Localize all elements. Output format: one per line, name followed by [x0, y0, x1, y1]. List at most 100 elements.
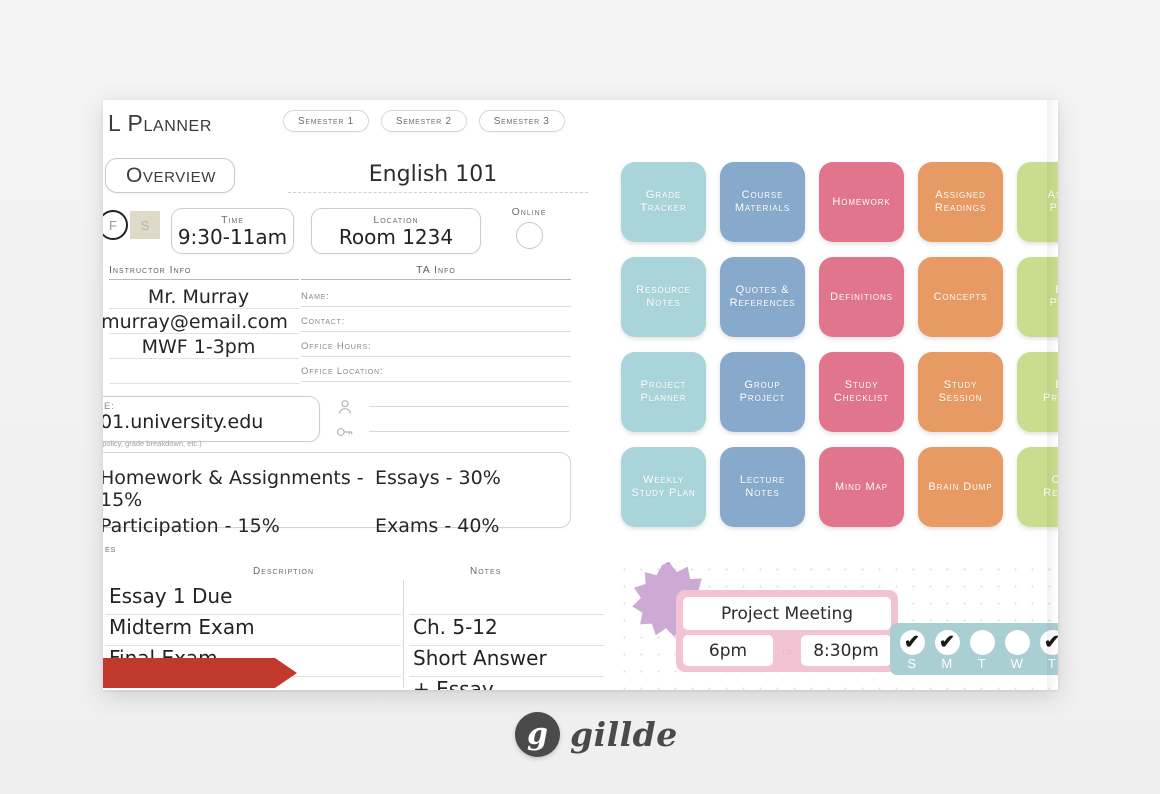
instructor-line[interactable] — [109, 359, 299, 384]
tile-project-planner[interactable]: Project Planner — [616, 347, 711, 437]
check-icon[interactable]: ✔ — [934, 630, 960, 655]
tile-study-session[interactable]: Study Session — [913, 347, 1008, 437]
instructor-name[interactable]: Mr. Murray — [103, 286, 296, 308]
empty-circle-icon[interactable] — [969, 630, 995, 655]
tile-brain-dump[interactable]: Brain Dump — [913, 442, 1008, 532]
password-line[interactable] — [369, 431, 569, 432]
sticker-panel: Grade Tracker Course Materials Homework … — [610, 100, 1058, 690]
empty-circle-icon[interactable] — [1004, 630, 1030, 655]
ta-name-row[interactable]: Name: — [301, 282, 571, 307]
ta-rows: Name: Contact: Office Hours: Office Loca… — [301, 282, 571, 382]
meeting-to-label: to — [781, 645, 793, 656]
check-icon[interactable]: ✔ — [899, 630, 925, 655]
day-picker[interactable]: F S — [103, 210, 160, 240]
tile-essay-planner[interactable]: E Pla — [1012, 252, 1058, 342]
tile-label-line2: Refle — [1043, 487, 1058, 499]
time-field[interactable]: Time 9:30-11am — [171, 208, 294, 254]
username-row[interactable] — [335, 394, 569, 419]
table-row[interactable]: Essay 1 Due — [105, 584, 401, 615]
tile-assigned-readings[interactable]: Assigned Readings — [913, 157, 1008, 247]
tile-study-checklist[interactable]: Study Checklist — [814, 347, 909, 437]
course-title[interactable]: English 101 — [283, 162, 583, 187]
tile-label-line2: Pla — [1049, 202, 1058, 214]
online-checkbox[interactable] — [515, 222, 543, 249]
tile-quotes-references[interactable]: Quotes & References — [715, 252, 810, 342]
tile-course-reflection[interactable]: Co Refle — [1012, 442, 1058, 532]
planner-canvas: L Planner Semester 1 Semester 2 Semester… — [103, 100, 1058, 690]
tab-semester-3[interactable]: Semester 3 — [478, 110, 565, 132]
course-title-underline — [288, 192, 588, 193]
tile-exam-preparation[interactable]: E Prepa — [1012, 347, 1058, 437]
tile-assignment-planner[interactable]: Assi Pla — [1012, 157, 1058, 247]
day-toggle-s[interactable]: S — [130, 211, 160, 239]
tile-label-line1: Group — [744, 379, 781, 392]
meeting-end-time[interactable]: 8:30pm — [801, 635, 891, 666]
tile-label-line1: Lecture — [739, 474, 786, 487]
grading-items: Homework & Assignments - 15% Essays - 30… — [103, 467, 570, 537]
online-toggle[interactable]: Online — [499, 206, 559, 249]
tile-weekly-study-plan[interactable]: Weekly Study Plan — [616, 442, 711, 532]
tile-label-line1: Weekly — [643, 474, 684, 487]
tile-mind-map[interactable]: Mind Map — [814, 442, 909, 532]
semester-tabs: Semester 1 Semester 2 Semester 3 — [283, 110, 565, 132]
tile-grade-tracker[interactable]: Grade Tracker — [616, 157, 711, 247]
meeting-start-time[interactable]: 6pm — [683, 635, 773, 666]
tile-label-line1: Grade — [645, 189, 682, 202]
ta-office-hours-row[interactable]: Office Hours: — [301, 332, 571, 357]
tile-homework[interactable]: Homework — [814, 157, 909, 247]
ta-office-location-row[interactable]: Office Location: — [301, 357, 571, 382]
time-value[interactable]: 9:30-11am — [172, 225, 293, 253]
day-checkbox-m[interactable]: ✔ M — [934, 630, 960, 671]
table-row[interactable]: + Essay — [409, 677, 604, 690]
meeting-widget[interactable]: Project Meeting 6pm to 8:30pm — [676, 590, 898, 672]
grading-item[interactable]: Participation - 15% — [103, 515, 375, 537]
password-row[interactable] — [335, 419, 569, 444]
tile-resource-notes[interactable]: Resource Notes — [616, 252, 711, 342]
ta-contact-label: Contact: — [301, 316, 346, 327]
table-row[interactable]: Midterm Exam — [105, 615, 401, 646]
grading-item[interactable]: Homework & Assignments - 15% — [103, 467, 375, 511]
day-checkbox-t1[interactable]: T — [969, 630, 995, 671]
course-website-value[interactable]: 01.university.edu — [103, 411, 263, 433]
tab-semester-2[interactable]: Semester 2 — [380, 110, 467, 132]
table-divider — [403, 580, 404, 688]
location-value[interactable]: Room 1234 — [312, 225, 480, 253]
day-checkbox-w[interactable]: W — [1004, 630, 1030, 671]
grading-breakdown-box[interactable]: e policy, grade breakdown, etc.) Homewor… — [103, 439, 571, 537]
check-icon[interactable]: ✔ — [1039, 630, 1058, 655]
table-row[interactable]: Short Answer — [409, 646, 604, 677]
overview-button[interactable]: Overview — [105, 158, 236, 193]
day-checkbox-s[interactable]: ✔ S — [899, 630, 925, 671]
grading-item[interactable]: Exams - 40% — [375, 515, 565, 537]
tile-label-line1: Homework — [832, 195, 891, 208]
tile-label-line1: Project — [640, 379, 687, 392]
day-checkbox-t2[interactable]: ✔ T — [1039, 630, 1058, 671]
location-field[interactable]: Location Room 1234 — [311, 208, 481, 254]
instructor-hours[interactable]: MWF 1-3pm — [103, 336, 296, 358]
username-line[interactable] — [369, 406, 569, 407]
day-checkbox-strip: ✔ S ✔ M T W ✔ T — [890, 623, 1058, 675]
ta-contact-row[interactable]: Contact: — [301, 307, 571, 332]
ta-office-hours-label: Office Hours: — [301, 341, 372, 352]
table-row[interactable] — [409, 584, 604, 615]
day-label: T — [977, 656, 987, 671]
tile-label-line2: Project — [739, 392, 786, 404]
screenshot-root: L Planner Semester 1 Semester 2 Semester… — [0, 0, 1160, 794]
online-label: Online — [511, 206, 547, 218]
tile-concepts[interactable]: Concepts — [913, 252, 1008, 342]
tile-definitions[interactable]: Definitions — [814, 252, 909, 342]
meeting-title-input[interactable]: Project Meeting — [683, 597, 891, 630]
tile-label-line2: Pla — [1049, 297, 1058, 309]
day-toggle-f[interactable]: F — [103, 210, 128, 240]
course-website-field[interactable]: E: 01.university.edu — [103, 396, 320, 442]
tile-label-line1: Mind Map — [834, 480, 889, 493]
tile-lecture-notes[interactable]: Lecture Notes — [715, 442, 810, 532]
instructor-email[interactable]: murray@email.com — [103, 311, 292, 333]
tab-semester-1[interactable]: Semester 1 — [283, 110, 369, 132]
grading-item[interactable]: Essays - 30% — [375, 467, 565, 511]
table-row[interactable]: Ch. 5-12 — [409, 615, 604, 646]
tile-course-materials[interactable]: Course Materials — [715, 157, 810, 247]
tile-label-line1: Co — [1052, 474, 1058, 487]
notes-column: Ch. 5-12 Short Answer + Essay — [409, 584, 604, 690]
tile-group-project[interactable]: Group Project — [715, 347, 810, 437]
